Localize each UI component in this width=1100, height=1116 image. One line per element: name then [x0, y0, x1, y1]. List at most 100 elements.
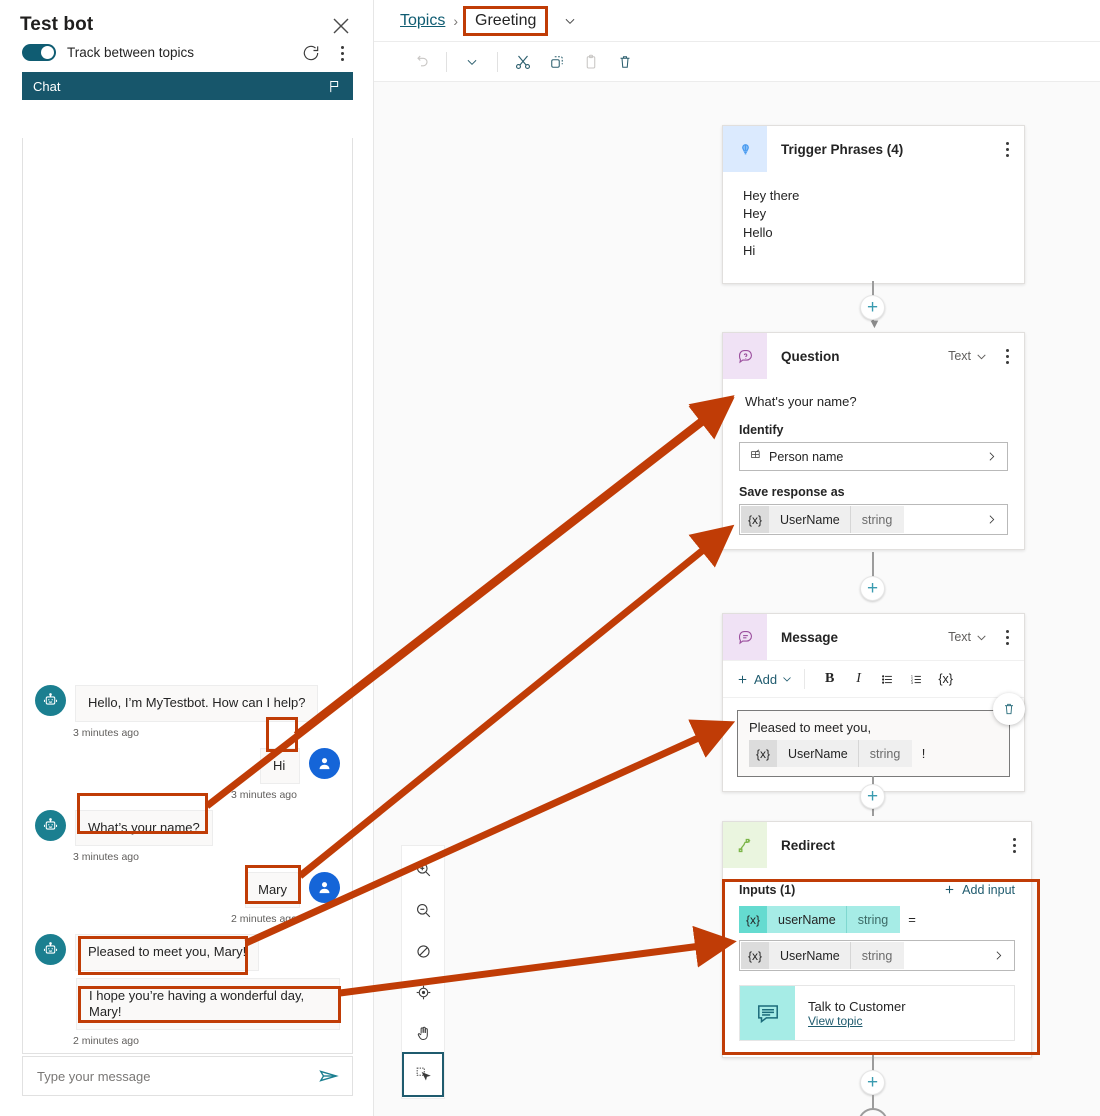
dot: [340, 45, 344, 49]
inputs-header: Inputs (1) Add input: [739, 882, 1015, 897]
send-icon[interactable]: [318, 1065, 340, 1087]
dot: [1012, 849, 1016, 853]
save-response-label: Save response as: [739, 485, 845, 499]
breadcrumb-bar: Topics › Greeting: [374, 0, 1100, 42]
chat-message-bot: Pleased to meet you, Mary!: [23, 934, 352, 971]
toggle-knob: [41, 46, 54, 59]
refresh-icon[interactable]: [301, 43, 321, 63]
chat-input[interactable]: [35, 1067, 318, 1085]
delete-button[interactable]: [610, 47, 640, 77]
node-title: Redirect: [781, 837, 836, 853]
trigger-phrase: Hi: [743, 243, 756, 259]
select-tool-button[interactable]: [402, 1052, 444, 1097]
add-content-button[interactable]: Add: [735, 672, 793, 687]
variable-x-badge: {x}: [749, 740, 778, 767]
chat-message-bot: Hello, I’m MyTestbot. How can I help?: [23, 685, 352, 722]
message-text-editor[interactable]: Pleased to meet you, {x} UserName string…: [737, 693, 1025, 777]
authoring-canvas[interactable]: Trigger Phrases (4) Hey there Hey Hello …: [374, 82, 1100, 1116]
test-bot-panel: Test bot Track between topics Chat Hello…: [0, 0, 374, 1116]
identify-entity-field[interactable]: Person name: [739, 442, 1008, 471]
variable-name: userName: [767, 906, 846, 933]
bold-button[interactable]: B: [816, 666, 843, 693]
add-input-button[interactable]: Add input: [942, 882, 1015, 897]
undo-button[interactable]: [406, 47, 436, 77]
chat-input-container[interactable]: [22, 1056, 353, 1096]
identify-entity-value: Person name: [769, 449, 844, 464]
delete-message-button[interactable]: [993, 693, 1025, 725]
chevron-right-icon[interactable]: [985, 513, 998, 526]
close-icon[interactable]: [329, 14, 353, 38]
variable-x-badge: {x}: [741, 506, 770, 533]
chevron-right-icon[interactable]: [992, 949, 1005, 962]
input-value-field[interactable]: {x} UserName string: [739, 940, 1015, 971]
message-text-line: Pleased to meet you,: [749, 720, 872, 735]
flag-icon[interactable]: [327, 79, 342, 94]
chat-bubble: Hi: [260, 747, 300, 784]
breadcrumb-current-topic[interactable]: Greeting: [463, 5, 549, 36]
more-vertical-icon[interactable]: [333, 42, 351, 64]
bulleted-list-button[interactable]: [874, 666, 901, 693]
dot: [340, 57, 344, 61]
paste-button[interactable]: [576, 47, 606, 77]
node-trigger-phrases[interactable]: Trigger Phrases (4) Hey there Hey Hello …: [722, 125, 1025, 284]
edit-toolbar: [374, 42, 1100, 82]
view-topic-link[interactable]: View topic: [808, 1014, 906, 1028]
node-header: Question Text: [723, 333, 1024, 379]
chat-timestamp: 3 minutes ago: [73, 726, 139, 739]
add-content-label: Add: [754, 671, 778, 687]
variable-chip: {x} UserName string: [749, 740, 913, 767]
track-between-topics-toggle[interactable]: [22, 44, 56, 61]
redirect-topic-card[interactable]: Talk to Customer View topic: [739, 985, 1015, 1041]
chat-timestamp: 3 minutes ago: [73, 851, 139, 863]
undo-dropdown-button[interactable]: [457, 47, 487, 77]
zoom-in-button[interactable]: [404, 849, 442, 890]
rich-text-toolbar: Add B I 1 2 3 {x}: [723, 660, 1024, 698]
zoom-out-button[interactable]: [404, 890, 442, 931]
chat-message-bot: I hope you’re having a wonderful day, Ma…: [23, 977, 352, 1030]
node-title: Message: [781, 629, 839, 645]
more-vertical-icon[interactable]: [1005, 829, 1023, 861]
add-node-button[interactable]: +: [860, 784, 885, 809]
chevron-down-icon[interactable]: [563, 14, 577, 28]
chat-message-user: Hi: [23, 747, 352, 784]
fit-to-view-button[interactable]: [404, 972, 442, 1013]
node-redirect[interactable]: Redirect Inputs (1) Add input {x} userNa…: [722, 821, 1032, 1058]
end-node[interactable]: [858, 1108, 888, 1116]
insert-variable-button[interactable]: {x}: [932, 666, 959, 693]
canvas-zoom-toolbar: [401, 845, 445, 1099]
copy-button[interactable]: [542, 47, 572, 77]
more-vertical-icon[interactable]: [998, 133, 1016, 165]
question-prompt[interactable]: What's your name?: [739, 392, 1008, 409]
tab-chat[interactable]: Chat: [22, 72, 353, 100]
chevron-right-icon[interactable]: [985, 450, 998, 463]
more-vertical-icon[interactable]: [998, 340, 1016, 372]
breadcrumb-topics-link[interactable]: Topics: [400, 12, 445, 30]
dot: [340, 51, 344, 55]
entity-icon: [749, 447, 763, 466]
add-node-button[interactable]: +: [860, 1070, 885, 1095]
chat-message-user: Mary: [23, 872, 352, 909]
dot: [1005, 354, 1009, 358]
bot-avatar: [35, 809, 66, 841]
italic-button[interactable]: I: [845, 666, 872, 693]
node-message[interactable]: Message Text Add B I 1 2 3 {x} Pleased t…: [722, 613, 1025, 792]
reset-zoom-button[interactable]: [404, 931, 442, 972]
plus-icon: [738, 675, 747, 683]
trigger-phrase: Hey there: [743, 188, 800, 203]
add-node-button[interactable]: +: [860, 576, 885, 601]
variable-chip: {x} UserName string: [741, 506, 905, 533]
chevron-down-icon[interactable]: [975, 631, 988, 644]
branch-icon: [723, 822, 767, 868]
cut-button[interactable]: [508, 47, 538, 77]
plus-icon: [945, 885, 954, 894]
more-vertical-icon[interactable]: [998, 621, 1016, 653]
dot: [1005, 629, 1009, 633]
save-response-variable-field[interactable]: {x} UserName string: [739, 504, 1008, 535]
dot: [1005, 360, 1009, 364]
pan-tool-button[interactable]: [404, 1013, 442, 1054]
node-question[interactable]: Question Text What's your name? Identify: [722, 332, 1025, 550]
svg-text:3: 3: [911, 680, 913, 684]
numbered-list-button[interactable]: 1 2 3: [903, 666, 930, 693]
chevron-down-icon[interactable]: [975, 350, 988, 363]
chat-transcript[interactable]: Hello, I’m MyTestbot. How can I help? 3 …: [22, 138, 353, 1054]
